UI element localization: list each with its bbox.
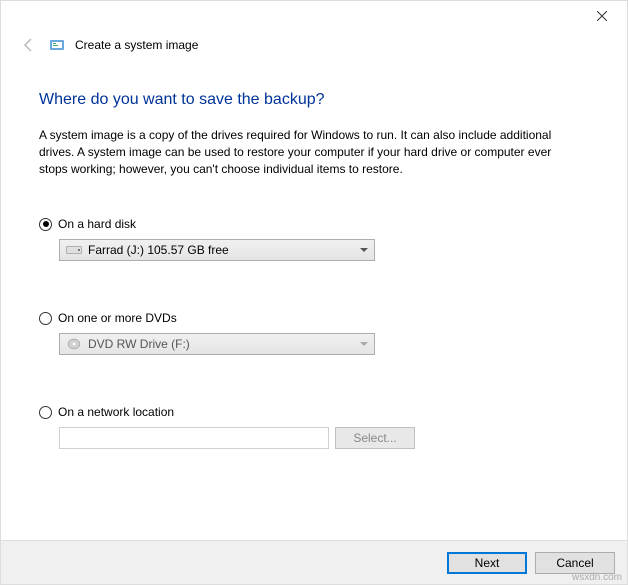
dialog-window: Create a system image Where do you want …	[0, 0, 628, 585]
watermark: wsxdn.com	[572, 572, 622, 583]
next-button[interactable]: Next	[447, 552, 527, 574]
radio-hard-disk-label: On a hard disk	[58, 217, 136, 231]
hard-disk-select[interactable]: Farrad (J:) 105.57 GB free	[59, 239, 375, 261]
back-button[interactable]	[19, 35, 39, 55]
close-icon	[597, 11, 607, 21]
page-description: A system image is a copy of the drives r…	[39, 127, 569, 177]
radio-network[interactable]: On a network location	[39, 405, 589, 419]
radio-network-input[interactable]	[39, 406, 52, 419]
option-network: On a network location Select...	[39, 405, 589, 449]
network-path-input[interactable]	[59, 427, 329, 449]
radio-dvd-input[interactable]	[39, 312, 52, 325]
option-dvd: On one or more DVDs DVD RW Drive (F:)	[39, 311, 589, 355]
chevron-down-icon	[360, 342, 368, 346]
titlebar	[1, 1, 627, 31]
dvd-select: DVD RW Drive (F:)	[59, 333, 375, 355]
network-row: Select...	[59, 427, 589, 449]
radio-dvd-label: On one or more DVDs	[58, 311, 177, 325]
radio-hard-disk[interactable]: On a hard disk	[39, 217, 589, 231]
radio-hard-disk-input[interactable]	[39, 218, 52, 231]
page-title: Where do you want to save the backup?	[39, 91, 589, 109]
arrow-left-icon	[21, 37, 37, 53]
radio-dvd[interactable]: On one or more DVDs	[39, 311, 589, 325]
header-row: Create a system image	[1, 31, 627, 61]
option-hard-disk: On a hard disk Farrad (J:) 105.57 GB fre…	[39, 217, 589, 261]
close-button[interactable]	[587, 1, 617, 31]
network-select-button: Select...	[335, 427, 415, 449]
footer: Next Cancel	[1, 540, 627, 584]
header-title: Create a system image	[75, 38, 198, 52]
dvd-drive-icon	[66, 338, 82, 350]
content-area: Where do you want to save the backup? A …	[1, 61, 627, 540]
dvd-selected-text: DVD RW Drive (F:)	[88, 337, 190, 351]
chevron-down-icon	[360, 248, 368, 252]
hard-drive-icon	[66, 244, 82, 256]
radio-network-label: On a network location	[58, 405, 174, 419]
hard-disk-selected-text: Farrad (J:) 105.57 GB free	[88, 243, 229, 257]
system-image-icon	[49, 37, 65, 53]
cancel-button[interactable]: Cancel	[535, 552, 615, 574]
